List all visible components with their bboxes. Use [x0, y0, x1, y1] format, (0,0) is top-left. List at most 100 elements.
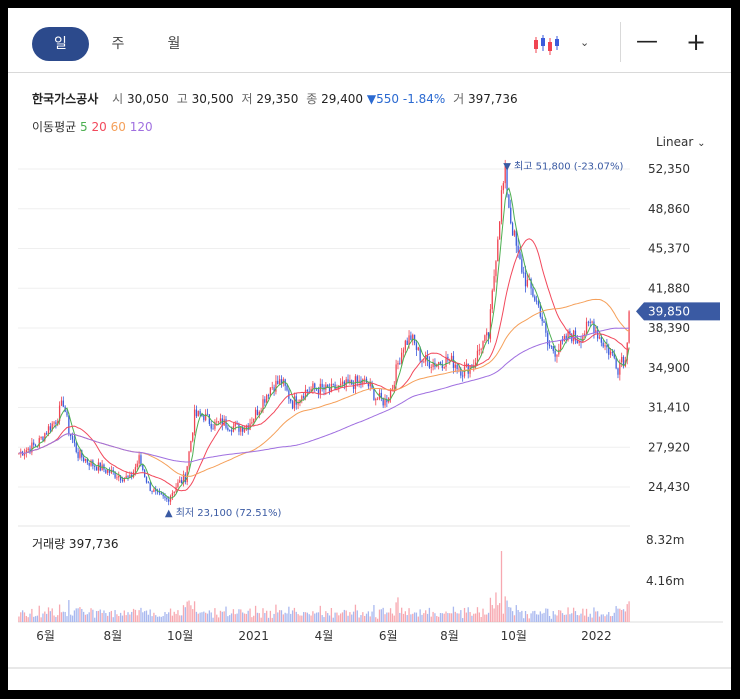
volume-bar — [171, 615, 174, 622]
max-annotation: ▼ 최고 51,800 (-23.07%) — [503, 160, 623, 172]
candle-body — [240, 427, 242, 432]
candle-body — [42, 436, 44, 441]
volume-bar — [611, 615, 614, 622]
volume-bar — [214, 608, 216, 622]
candle-body — [491, 290, 493, 310]
volume-bar — [299, 615, 301, 622]
volume-bar — [567, 607, 569, 622]
candle-body — [158, 492, 161, 494]
volume-bar — [578, 615, 580, 622]
volume-bar — [180, 615, 183, 622]
candle-body — [153, 489, 155, 492]
volume-bar — [532, 611, 534, 622]
candle-body — [79, 450, 81, 458]
candle-body — [450, 355, 453, 360]
candle-body — [513, 230, 516, 236]
volume-bar — [42, 613, 44, 622]
candle-body — [317, 389, 320, 394]
volume-bar — [515, 605, 517, 622]
volume-bar — [563, 614, 566, 622]
volume-bar — [179, 615, 181, 622]
volume-bar — [327, 613, 329, 622]
candle-body — [140, 455, 142, 465]
volume-bar — [203, 611, 205, 622]
volume-bar — [417, 616, 419, 622]
volume-bar — [304, 612, 307, 622]
candle-body — [314, 383, 316, 388]
volume-bar — [412, 613, 414, 622]
volume-bar — [51, 608, 53, 622]
volume-bar — [134, 609, 137, 622]
candle-body — [118, 475, 120, 478]
volume-bar — [229, 615, 231, 622]
candle-body — [190, 440, 192, 452]
volume-bar — [502, 613, 504, 622]
volume-bar — [430, 616, 432, 622]
volume-bar — [369, 616, 371, 622]
volume-bar — [510, 607, 512, 622]
volume-bar — [493, 608, 495, 622]
volume-bar — [367, 611, 370, 622]
y-tick-label: 24,430 — [648, 480, 690, 494]
volume-bar — [225, 606, 227, 622]
volume-bar — [53, 615, 55, 622]
volume-bar — [406, 615, 408, 622]
volume-bar — [606, 614, 608, 622]
volume-bar — [86, 614, 88, 622]
volume-bar — [77, 608, 79, 622]
volume-bar — [58, 604, 61, 622]
candle-body — [210, 423, 212, 429]
volume-bar — [404, 611, 407, 622]
candle-body — [251, 422, 253, 424]
volume-bar — [593, 607, 595, 622]
volume-bar — [345, 610, 347, 622]
volume-bar — [343, 609, 345, 622]
volume-bar — [277, 612, 279, 622]
candle-body — [94, 466, 96, 467]
candle-body — [208, 414, 211, 424]
current-price-label: 39,850 — [648, 304, 690, 318]
volume-bar — [478, 612, 480, 622]
volume-bar — [401, 607, 403, 622]
volume-title: 거래량 397,736 — [32, 537, 119, 551]
candle-body — [401, 352, 403, 364]
x-tick-label: 8월 — [104, 629, 123, 643]
volume-bar — [378, 609, 381, 622]
volume-bar — [582, 608, 584, 622]
volume-bar — [560, 610, 562, 622]
volume-bar — [306, 612, 309, 622]
candle-body — [66, 412, 68, 416]
volume-bar — [506, 600, 508, 622]
volume-bar — [456, 613, 458, 622]
volume-bar — [598, 616, 601, 622]
volume-bar — [227, 616, 229, 622]
candle-body — [484, 335, 486, 342]
volume-bar — [365, 613, 368, 622]
volume-bar — [521, 610, 523, 622]
volume-bar — [31, 608, 33, 622]
candle-body — [219, 418, 222, 422]
volume-bar — [425, 610, 427, 622]
chart-widget: 일 주 월 ⌄ — + 한국가스공사 시 30,050 고 30,500 저 2… — [8, 8, 731, 690]
y-tick-label: 52,350 — [648, 162, 690, 176]
candle-body — [127, 476, 129, 478]
volume-bar — [57, 615, 59, 622]
volume-bar — [308, 614, 310, 622]
volume-bar — [595, 611, 597, 622]
candle-body — [145, 476, 148, 483]
candle-body — [519, 252, 521, 260]
volume-bar — [360, 615, 362, 622]
candle-body — [308, 391, 310, 393]
x-tick-label: 8월 — [440, 629, 459, 643]
candle-body — [548, 344, 551, 346]
candle-body — [138, 455, 140, 464]
candle-body — [410, 335, 412, 340]
volume-bar — [380, 609, 382, 622]
volume-bar — [301, 615, 303, 622]
volume-bar — [384, 614, 386, 622]
volume-bar — [508, 607, 510, 622]
volume-bar — [62, 611, 64, 622]
candle-body — [619, 362, 621, 375]
candle-body — [495, 261, 497, 277]
volume-bar — [334, 612, 336, 622]
